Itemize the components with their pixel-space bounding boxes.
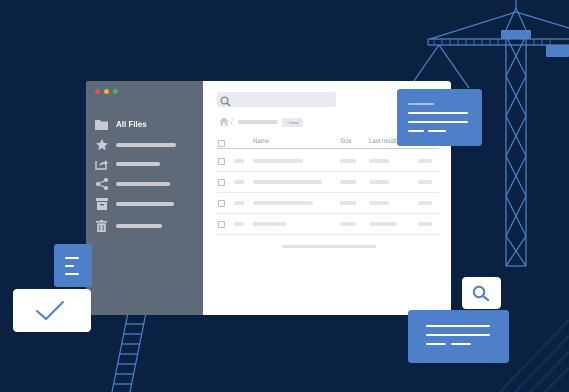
share-icon [95,178,108,190]
search-icon [472,285,490,302]
file-name-placeholder [253,159,303,163]
sidebar-item-placeholder [116,182,170,186]
sidebar-item-placeholder [116,202,174,206]
close-dot[interactable] [95,89,100,94]
share-export-icon [95,158,108,170]
file-type-placeholder [234,180,244,184]
file-modified-placeholder [369,159,389,163]
document-icon [397,89,482,146]
sidebar-item-placeholder [116,143,176,147]
column-header-size[interactable]: Size [340,139,352,145]
table-row[interactable] [217,151,439,172]
breadcrumb: / + New [219,113,304,131]
breadcrumb-separator: / [231,118,233,126]
file-type-placeholder [234,222,244,226]
sidebar-item-archive[interactable] [95,198,174,210]
table-row[interactable] [217,214,439,235]
file-size-placeholder [340,201,356,205]
search-badge [462,277,501,309]
file-modified-placeholder [369,201,389,205]
file-type-placeholder [234,201,244,205]
file-size-placeholder [340,180,356,184]
table-row[interactable] [217,172,439,193]
row-checkbox[interactable] [218,221,225,228]
sidebar-item-starred[interactable] [95,139,176,151]
archive-icon [95,198,108,210]
table-row[interactable] [217,193,439,214]
sidebar-item-shared-out[interactable] [95,158,160,170]
table-header-divider [217,148,439,149]
file-name-placeholder [253,201,313,205]
select-all-checkbox[interactable] [218,140,225,147]
sidebar-item-placeholder [116,224,162,228]
search-input[interactable] [217,92,336,107]
file-name-placeholder [253,180,322,184]
document-card-icon [408,310,509,363]
row-checkbox[interactable] [218,179,225,186]
sidebar-item-label: All Files [116,119,147,129]
trash-icon [95,220,108,232]
search-icon [220,94,231,112]
file-action-placeholder [418,201,432,205]
file-type-placeholder [234,159,244,163]
file-action-placeholder [418,159,432,163]
row-checkbox[interactable] [218,158,225,165]
checkmark-icon [36,301,64,320]
sidebar-item-all-files[interactable]: All Files [95,118,147,130]
file-size-placeholder [340,222,356,226]
sidebar: All Files [86,81,203,315]
column-header-name[interactable]: Name [253,139,269,145]
file-action-placeholder [418,222,432,226]
file-modified-placeholder [369,222,397,226]
note-card-icon [54,244,92,287]
row-checkbox[interactable] [218,200,225,207]
sidebar-item-trash[interactable] [95,220,162,232]
window-controls [95,89,118,94]
sidebar-item-shared[interactable] [95,178,170,190]
maximize-dot[interactable] [113,89,118,94]
checkmark-card [13,289,91,332]
star-icon [95,139,108,151]
new-button[interactable]: + New [281,117,304,127]
folder-icon [95,118,108,130]
file-size-placeholder [340,159,356,163]
file-modified-placeholder [369,180,389,184]
file-action-placeholder [418,180,432,184]
home-icon[interactable] [219,113,229,131]
horizontal-scrollbar[interactable] [282,245,376,248]
sidebar-item-placeholder [116,162,160,166]
breadcrumb-path-placeholder[interactable] [237,120,278,124]
minimize-dot[interactable] [104,89,109,94]
file-name-placeholder [253,222,287,226]
